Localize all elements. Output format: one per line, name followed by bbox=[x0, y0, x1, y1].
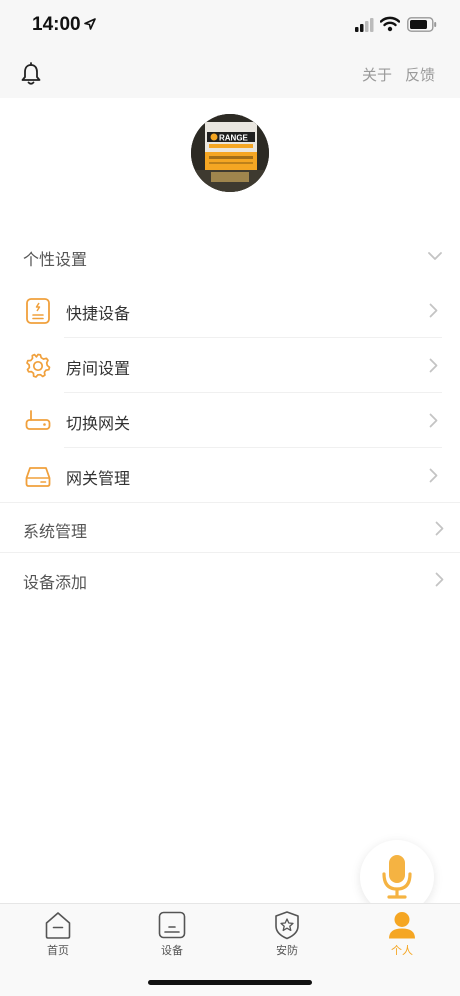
wifi-icon bbox=[380, 16, 400, 32]
avatar[interactable]: RANGE bbox=[191, 114, 269, 192]
system-management-row[interactable]: 系统管理 bbox=[0, 503, 460, 553]
cellular-signal-icon bbox=[355, 18, 374, 32]
gateway-icon bbox=[25, 467, 51, 487]
battery-icon bbox=[407, 17, 437, 32]
divider bbox=[64, 337, 442, 338]
profile-screen: 14:00 关于 反馈 RANGE 个性设置 快捷设备 房间设置 切换网关 网关… bbox=[0, 0, 460, 996]
tab-security[interactable]: 安防 bbox=[247, 910, 327, 964]
person-icon bbox=[389, 912, 415, 939]
tab-personal[interactable]: 个人 bbox=[362, 910, 442, 964]
chevron-right-icon bbox=[429, 303, 438, 318]
tab-security-label: 安防 bbox=[276, 944, 298, 957]
tab-devices-label: 设备 bbox=[161, 944, 183, 957]
menu-item-room-settings[interactable]: 房间设置 bbox=[0, 339, 460, 393]
tab-home-label: 首页 bbox=[47, 944, 69, 957]
menu-item-label: 房间设置 bbox=[66, 359, 131, 378]
menu-item-quick-device[interactable]: 快捷设备 bbox=[0, 284, 460, 338]
personal-settings-section[interactable]: 个性设置 bbox=[0, 230, 460, 284]
quick-device-icon bbox=[26, 298, 50, 324]
status-time: 14:00 bbox=[32, 14, 81, 35]
location-arrow-icon bbox=[84, 18, 96, 30]
tab-home[interactable]: 首页 bbox=[18, 910, 98, 964]
chevron-down-icon bbox=[428, 252, 442, 260]
bell-icon[interactable] bbox=[20, 62, 42, 86]
top-nav: 关于 反馈 bbox=[0, 50, 460, 98]
divider bbox=[64, 447, 442, 448]
chevron-right-icon bbox=[429, 358, 438, 373]
divider bbox=[64, 392, 442, 393]
microphone-icon bbox=[382, 855, 412, 899]
menu-item-switch-gateway[interactable]: 切换网关 bbox=[0, 394, 460, 448]
feedback-link[interactable]: 反馈 bbox=[405, 64, 435, 85]
avatar-brand-text: RANGE bbox=[219, 134, 249, 143]
home-icon bbox=[45, 912, 71, 939]
shield-icon bbox=[275, 911, 299, 940]
router-icon bbox=[25, 410, 51, 430]
section-personal-label: 个性设置 bbox=[23, 250, 88, 269]
tab-devices[interactable]: 设备 bbox=[132, 910, 212, 964]
about-link[interactable]: 关于 bbox=[362, 64, 392, 85]
menu-item-gateway-management[interactable]: 网关管理 bbox=[0, 449, 460, 503]
tab-personal-label: 个人 bbox=[391, 944, 413, 957]
chevron-right-icon bbox=[435, 521, 444, 536]
home-indicator bbox=[148, 980, 312, 985]
device-icon bbox=[158, 911, 186, 939]
chevron-right-icon bbox=[435, 572, 444, 587]
avatar-image: RANGE bbox=[191, 114, 269, 192]
add-device-row[interactable]: 设备添加 bbox=[0, 553, 460, 603]
gear-icon bbox=[26, 353, 51, 378]
menu-item-label: 网关管理 bbox=[66, 469, 131, 488]
menu-item-label: 快捷设备 bbox=[66, 304, 131, 323]
menu-item-label: 切换网关 bbox=[66, 414, 131, 433]
section-add-device-label: 设备添加 bbox=[23, 573, 88, 592]
chevron-right-icon bbox=[429, 468, 438, 483]
chevron-right-icon bbox=[429, 413, 438, 428]
section-system-label: 系统管理 bbox=[23, 522, 88, 541]
status-bar: 14:00 bbox=[0, 0, 460, 50]
